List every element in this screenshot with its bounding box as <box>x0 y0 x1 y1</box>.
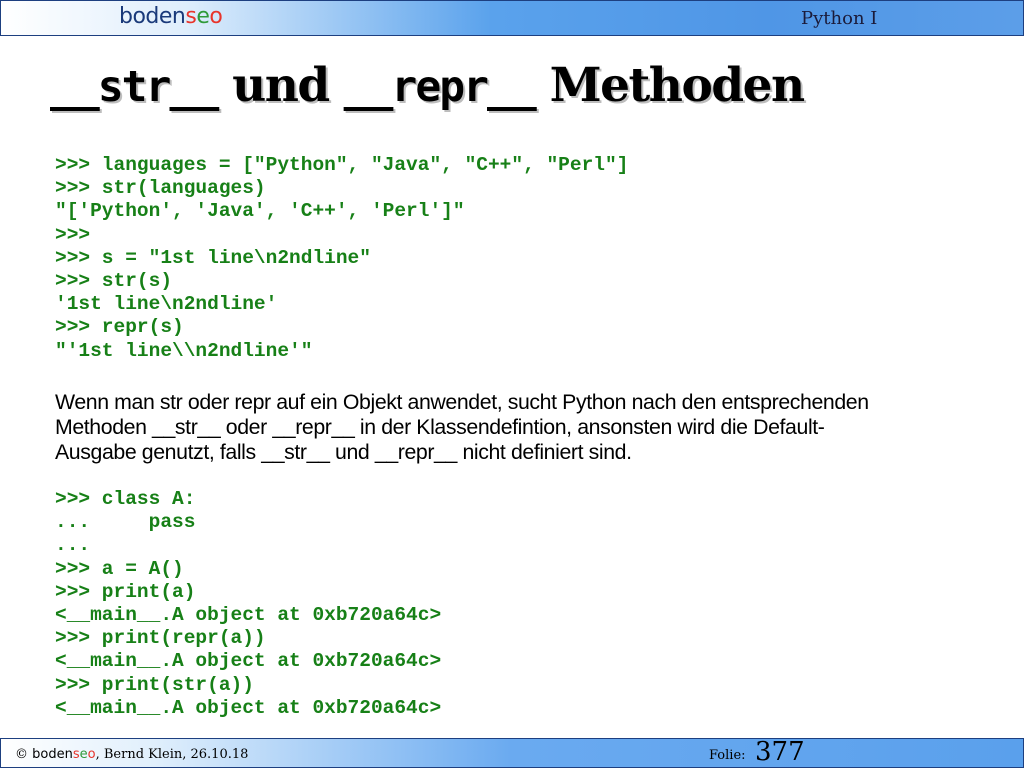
author-date: , Bernd Klein, 26.10.18 <box>95 747 249 762</box>
slide: bodenseo Python I __str__ und __repr__ M… <box>0 0 1024 768</box>
explanation-line: Wenn man str oder repr auf ein Objekt an… <box>55 390 869 414</box>
code-line: >>> str(s) <box>55 269 173 292</box>
logo-letter-e: e <box>196 4 210 29</box>
explanation-line: Ausgabe genutzt, falls __str__ und __rep… <box>55 440 632 464</box>
code-line: >>> languages = ["Python", "Java", "C++"… <box>55 154 629 176</box>
code-line: >>> print(str(a)) <box>55 673 254 696</box>
code-line: <__main__.A object at 0xb720a64c> <box>55 650 442 673</box>
footer-logo: bodenseo <box>32 747 95 762</box>
code-line: >>> <box>55 223 91 246</box>
code-line: >>> str(languages) <box>55 177 266 200</box>
code-line: '1st line\n2ndline' <box>55 293 278 316</box>
logo-letter-o: o <box>209 4 223 29</box>
footer-logo-letter-o: o <box>87 747 96 762</box>
title-und: und <box>217 58 344 113</box>
footer-credits: © bodenseo, Bernd Klein, 26.10.18 <box>15 747 248 762</box>
code-line: ... <box>55 534 91 557</box>
code-line: >>> print(a) <box>55 580 196 603</box>
title-str-method: __str__ <box>50 62 219 112</box>
footer-bar: © bodenseo, Bernd Klein, 26.10.18 Folie:… <box>0 737 1024 768</box>
code-line: <__main__.A object at 0xb720a64c> <box>55 603 442 626</box>
header-bar: bodenseo Python I <box>0 0 1024 36</box>
code-line: >>> repr(s) <box>55 316 184 339</box>
logo-text: boden <box>119 4 186 29</box>
code-line: ... pass <box>55 511 196 534</box>
slide-title: __str__ und __repr__ Methoden <box>50 58 806 113</box>
footer-logo-letter-e: e <box>79 747 88 762</box>
code-block-1: >>> languages = ["Python", "Java", "C++"… <box>55 154 628 363</box>
footer-logo-letter-s: s <box>72 747 80 762</box>
logo-letter-s: s <box>185 4 197 29</box>
code-line: >>> print(repr(a)) <box>55 627 266 650</box>
course-title: Python I <box>801 8 878 29</box>
folie-label: Folie: <box>709 748 746 763</box>
footer-logo-text: boden <box>32 747 73 762</box>
code-line: >>> s = "1st line\n2ndline" <box>55 246 371 269</box>
explanation-line: Methoden __str__ oder __repr__ in der Kl… <box>55 415 825 439</box>
code-line: <__main__.A object at 0xb720a64c> <box>55 696 442 719</box>
folie-number: 377 <box>755 737 805 767</box>
code-line: "['Python', 'Java', 'C++', 'Perl']" <box>55 200 465 223</box>
code-block-2: >>> class A:... pass... >>> a = A() >>> pr… <box>55 488 441 720</box>
code-line: "'1st line\\n2ndline'" <box>55 339 313 362</box>
title-repr-method: __repr__ <box>343 62 537 112</box>
title-methoden: Methoden <box>534 58 806 113</box>
copyright-symbol: © <box>15 747 33 762</box>
bodenseo-logo: bodenseo <box>119 4 223 29</box>
code-line: >>> class A: <box>55 488 196 510</box>
code-line: >>> a = A() <box>55 557 184 580</box>
explanation-text: Wenn man str oder repr auf ein Objekt an… <box>55 390 985 465</box>
